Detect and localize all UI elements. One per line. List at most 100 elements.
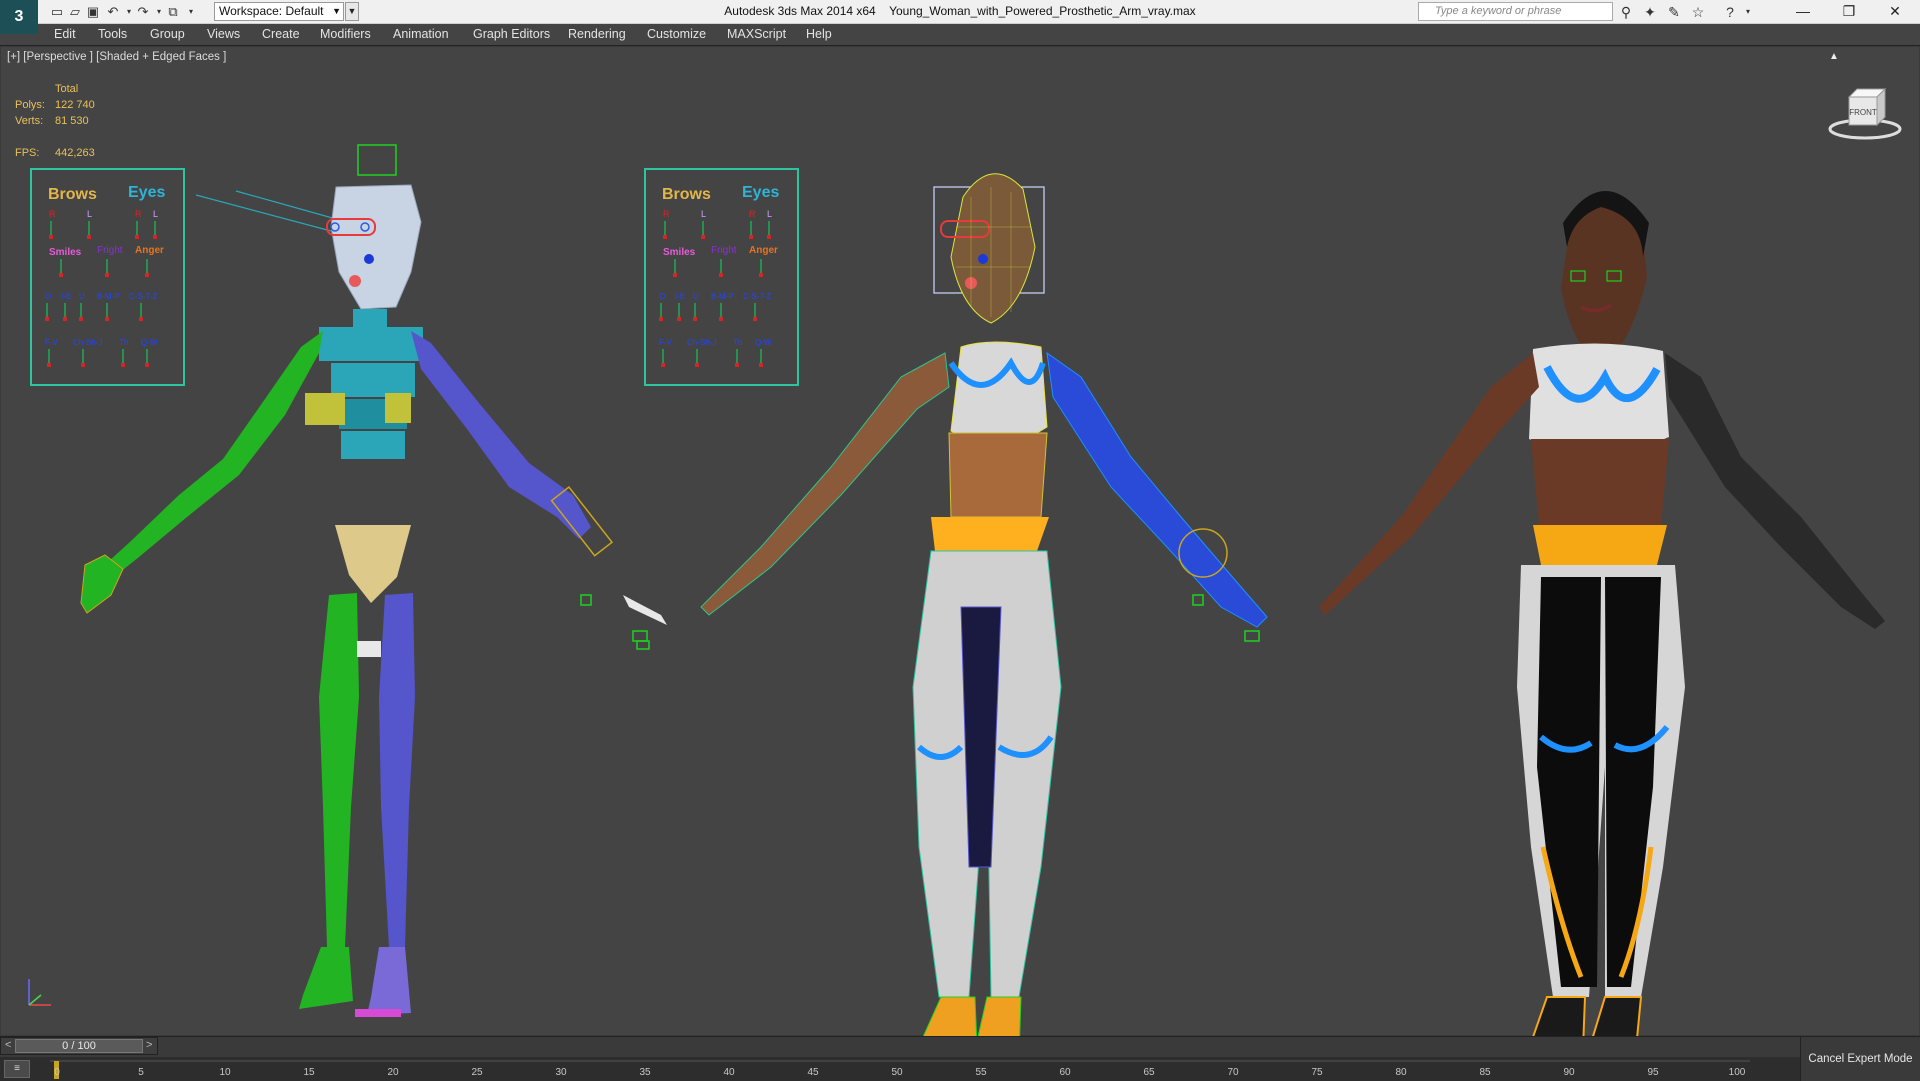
rig-leg-right[interactable] xyxy=(379,593,415,947)
brow-l-label: L xyxy=(87,209,92,219)
rig-chest[interactable] xyxy=(319,327,423,361)
render-arm-right-prosthetic[interactable] xyxy=(1665,353,1885,629)
cancel-expert-mode-button[interactable]: Cancel Expert Mode xyxy=(1800,1037,1920,1081)
nose-controller[interactable] xyxy=(978,254,988,264)
close-button[interactable]: ✕ xyxy=(1872,0,1918,24)
more-tools-icon[interactable]: ▾ xyxy=(182,3,200,21)
rig-spine-upper[interactable] xyxy=(331,363,415,397)
rig-skeleton[interactable] xyxy=(80,144,667,1017)
menu-maxscript[interactable]: MAXScript xyxy=(727,27,786,41)
render-torso[interactable] xyxy=(1531,439,1669,525)
rig-foot-left[interactable] xyxy=(299,947,353,1009)
rig-neck[interactable] xyxy=(353,309,387,329)
ruler-label: 15 xyxy=(303,1067,315,1078)
wire-arm-left[interactable] xyxy=(700,352,950,616)
rig-pelvis[interactable] xyxy=(335,525,411,603)
jaw-controller[interactable] xyxy=(349,275,361,287)
favorites-icon[interactable]: ☆ xyxy=(1688,3,1708,21)
render-shoe-left[interactable] xyxy=(1529,996,1587,1037)
render-top[interactable] xyxy=(1529,343,1669,453)
nose-controller[interactable] xyxy=(364,254,374,264)
menu-group[interactable]: Group xyxy=(150,27,185,41)
time-slider[interactable]: < 0 / 100 > xyxy=(0,1037,158,1055)
ruler-label: 65 xyxy=(1143,1067,1155,1078)
wire-shoe-right[interactable] xyxy=(971,996,1022,1037)
wire-head[interactable] xyxy=(950,173,1036,324)
head-controller[interactable] xyxy=(357,144,397,176)
fright-label: Fright xyxy=(97,245,123,256)
wire-torso[interactable] xyxy=(948,432,1048,518)
track-bar[interactable]: ≡ 0 5 10 15 20 25 30 35 40 45 50 55 60 6… xyxy=(0,1057,1800,1081)
ruler-label: 0 xyxy=(54,1067,60,1078)
workspace-dropdown[interactable]: Workspace: Default ▼ xyxy=(214,2,344,21)
viseme-f-v: F-V xyxy=(45,338,59,347)
ruler-label: 10 xyxy=(219,1067,231,1078)
menu-animation[interactable]: Animation xyxy=(393,27,449,41)
project-folder-icon[interactable]: ⧉ xyxy=(164,3,182,21)
restore-button[interactable]: ❐ xyxy=(1826,0,1872,24)
menu-graph-editors[interactable]: Graph Editors xyxy=(473,27,550,41)
rig-hand-left[interactable] xyxy=(80,554,124,614)
search-input[interactable]: Type a keyword or phrase xyxy=(1418,2,1613,21)
rig-leg-left[interactable] xyxy=(319,593,359,947)
eyes-label: Eyes xyxy=(128,184,165,201)
wire-arm-right-prosthetic[interactable] xyxy=(1046,351,1268,628)
rig-arm-right[interactable] xyxy=(411,331,591,539)
facial-control-panel-middle[interactable]: Brows Eyes R L R L Smiles Fright Anger O… xyxy=(644,168,799,386)
ruler-label: 25 xyxy=(471,1067,483,1078)
ruler-label: 45 xyxy=(807,1067,819,1078)
menu-views[interactable]: Views xyxy=(207,27,240,41)
menu-customize[interactable]: Customize xyxy=(647,27,706,41)
time-slider-next-button[interactable]: > xyxy=(146,1039,152,1051)
anger-label: Anger xyxy=(135,245,164,256)
viseme-th: Th xyxy=(733,338,742,347)
new-icon[interactable]: ▭ xyxy=(48,3,66,21)
viseme-i-e: I-E xyxy=(675,292,685,301)
menu-create[interactable]: Create xyxy=(262,27,300,41)
minimize-button[interactable]: — xyxy=(1780,0,1826,24)
save-icon[interactable]: ▣ xyxy=(84,3,102,21)
menu-edit[interactable]: Edit xyxy=(54,27,76,41)
render-arm-left[interactable] xyxy=(1319,353,1539,615)
open-icon[interactable]: ▱ xyxy=(66,3,84,21)
help-dropdown-icon[interactable]: ▾ xyxy=(1738,3,1758,21)
render-shoe-right[interactable] xyxy=(1583,996,1643,1037)
rig-pec-left[interactable] xyxy=(305,393,345,425)
rig-pelvis-controller[interactable] xyxy=(357,641,381,657)
menu-modifiers[interactable]: Modifiers xyxy=(320,27,371,41)
wire-shoe-left[interactable] xyxy=(919,996,978,1037)
app-logo-icon[interactable]: 3 xyxy=(0,0,38,34)
wire-waistband[interactable] xyxy=(931,517,1049,551)
rig-hand-right[interactable] xyxy=(623,595,667,625)
rig-head[interactable] xyxy=(330,184,422,310)
rig-arm-left[interactable] xyxy=(109,331,323,573)
rig-foot-right[interactable] xyxy=(367,947,411,1015)
app-title: Autodesk 3ds Max 2014 x64 xyxy=(724,4,876,18)
menu-tools[interactable]: Tools xyxy=(98,27,127,41)
wireframe-model[interactable] xyxy=(700,173,1268,1037)
brow-l-label: L xyxy=(701,209,706,219)
viseme-b-m-p: B-M-P xyxy=(711,292,734,301)
perspective-viewport[interactable]: [+] [Perspective ] [Shaded + Edged Faces… xyxy=(0,46,1920,1037)
render-waistband[interactable] xyxy=(1533,525,1667,565)
menu-rendering[interactable]: Rendering xyxy=(568,27,626,41)
rig-pec-right[interactable] xyxy=(385,393,411,423)
wire-top[interactable] xyxy=(950,341,1048,444)
time-slider-handle[interactable]: 0 / 100 xyxy=(15,1039,143,1053)
ruler-label: 60 xyxy=(1059,1067,1071,1078)
rig-spine-low[interactable] xyxy=(341,431,405,459)
facial-control-panel-left[interactable]: Brows Eyes R L R L Smiles Fright Anger O… xyxy=(30,168,185,386)
rendered-model[interactable] xyxy=(1319,191,1885,1037)
viseme-c-s-t-z: C-S-T-Z xyxy=(743,292,772,301)
communication-icon[interactable]: ✎ xyxy=(1664,3,1684,21)
subscription-icon[interactable]: ✦ xyxy=(1640,3,1660,21)
time-slider-prev-button[interactable]: < xyxy=(5,1039,11,1051)
ruler-label: 85 xyxy=(1479,1067,1491,1078)
help-icon[interactable]: ? xyxy=(1720,3,1740,21)
binoculars-icon[interactable]: ⚲ xyxy=(1616,3,1636,21)
workspace-menu-button[interactable]: ▼ xyxy=(345,2,359,21)
scene-canvas[interactable]: Brows Eyes R L R L Smiles Fright Anger O… xyxy=(1,47,1920,1037)
axis-tripod-icon xyxy=(28,979,51,1006)
viseme-u: U xyxy=(79,292,85,301)
menu-help[interactable]: Help xyxy=(806,27,832,41)
